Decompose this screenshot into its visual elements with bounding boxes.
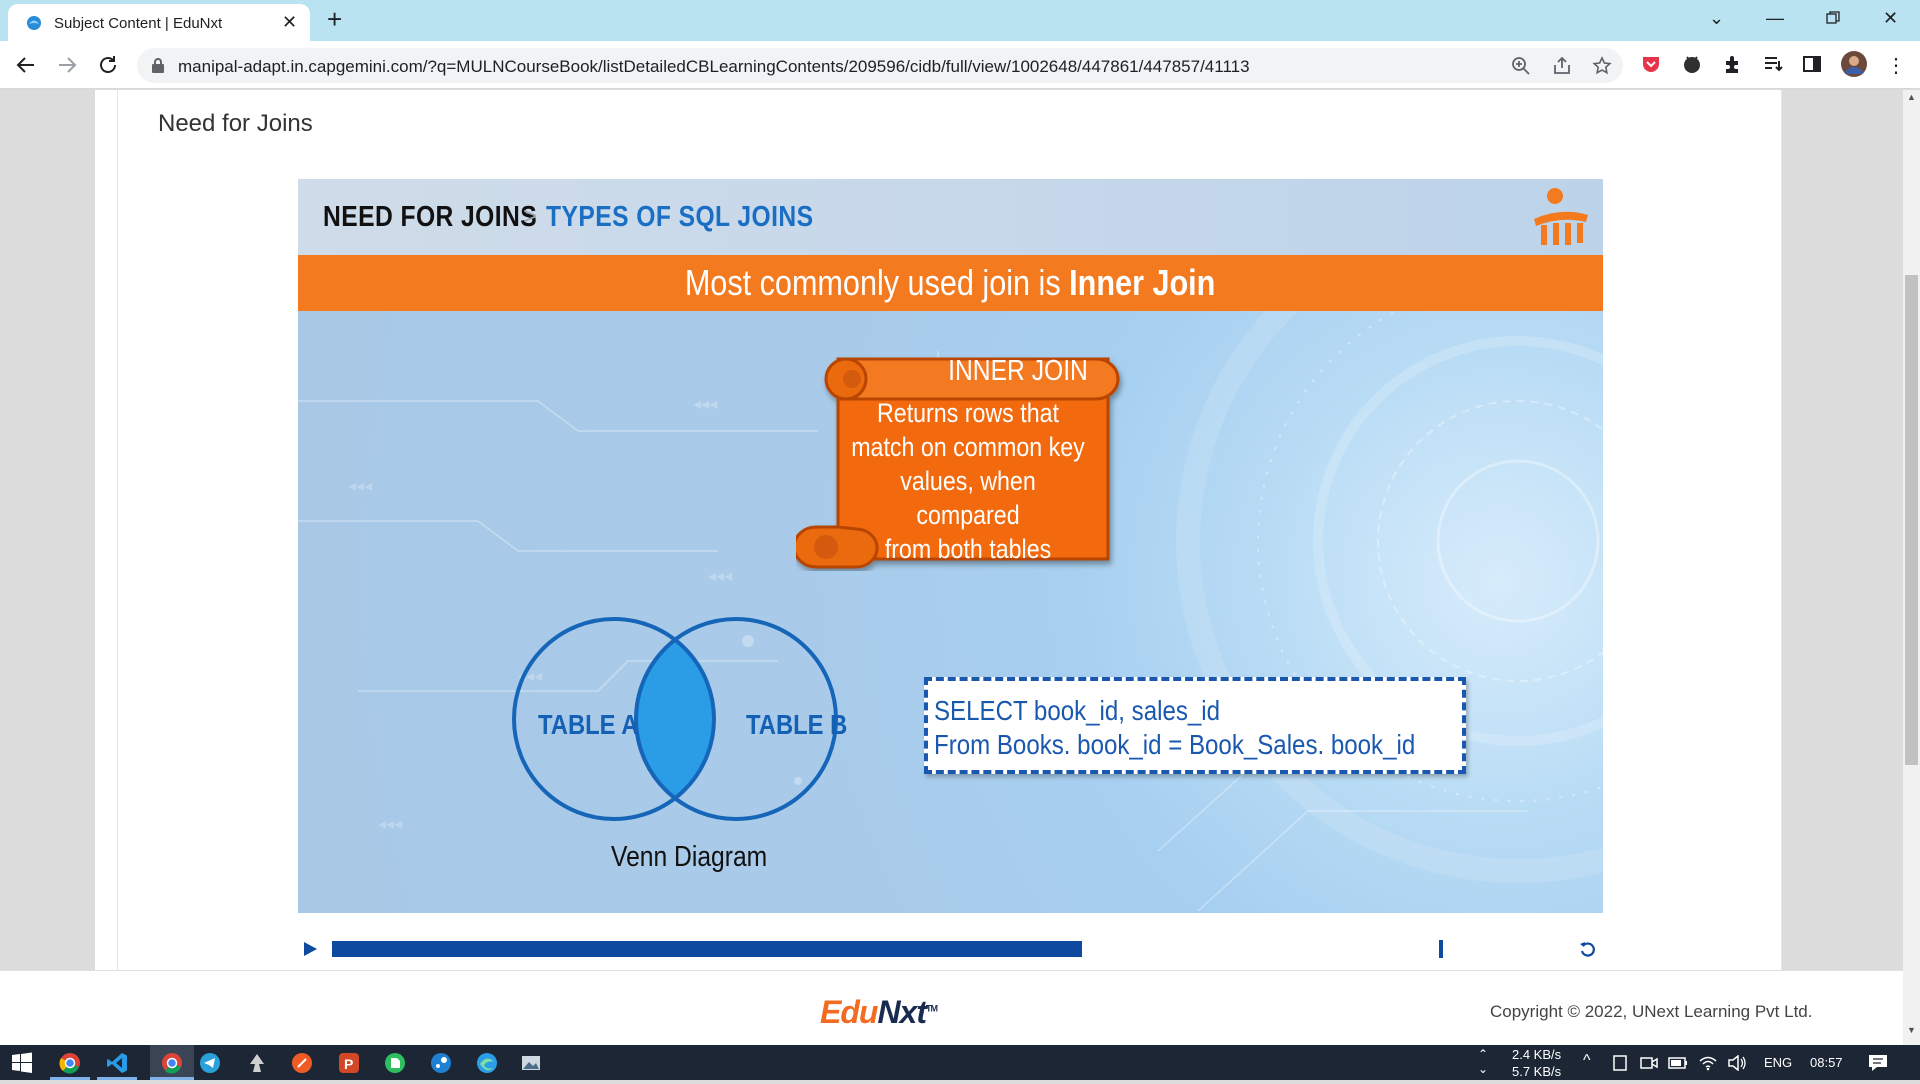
page-footer: EduNxtTM Copyright © 2022, UNext Learnin… [0,970,1903,1045]
svg-text:P: P [344,1056,353,1072]
logo-edu-text: Edu [820,994,878,1030]
chrome-profile-icon[interactable] [161,1052,183,1074]
system-clock[interactable]: 08:57 [1810,1055,1843,1070]
replay-icon[interactable] [1578,939,1598,959]
venn-label-table-b: TABLE B [746,709,848,740]
progress-bar[interactable] [332,941,1582,957]
network-speed-down-icon: ⌄ [1478,1062,1489,1076]
restore-icon[interactable] [1826,11,1840,25]
description-line: from both tables [884,534,1052,564]
inkscape-icon[interactable] [246,1052,268,1074]
bookmark-star-icon[interactable] [1592,56,1612,76]
svg-text:◂◂◂: ◂◂◂ [708,568,732,585]
windows-start-icon[interactable] [11,1052,33,1074]
description-line: Returns rows that [877,398,1059,428]
volume-icon[interactable] [1727,1055,1747,1071]
lock-icon[interactable] [151,57,165,73]
tablet-mode-icon[interactable] [1612,1055,1628,1071]
browser-toolbar: manipal-adapt.in.capgemini.com/?q=MULNCo… [0,41,1920,89]
close-window-icon[interactable]: ✕ [1883,9,1898,27]
steam-icon[interactable] [430,1052,452,1074]
wifi-icon[interactable] [1699,1055,1717,1071]
progress-marker[interactable] [1439,940,1443,958]
profile-avatar-icon[interactable] [1840,50,1868,78]
evernote-icon[interactable] [384,1052,406,1074]
logo-nxt-text: Nxt [877,994,927,1030]
venn-label-table-a: TABLE A [538,709,639,740]
scroll-thumb[interactable] [1905,275,1918,765]
logo-tm-text: TM [926,1003,938,1014]
postman-icon[interactable] [291,1052,313,1074]
description-line: match on common key [851,432,1085,462]
slide-header: NEED FOR JOINS > TYPES OF SQL JOINS [298,179,1603,255]
notifications-icon[interactable] [1868,1054,1888,1072]
zoom-icon[interactable] [1511,56,1531,76]
browser-tab[interactable]: Subject Content | EduNxt ✕ [8,4,310,41]
progress-fill [332,941,1082,957]
svg-text:◂◂◂: ◂◂◂ [693,396,717,413]
venn-caption: Venn Diagram [611,841,768,873]
banner-prefix: Most commonly used join is [685,262,1070,303]
inner-join-description: Returns rows that match on common key va… [848,396,1089,566]
scroll-down-icon[interactable]: ▼ [1907,1025,1916,1035]
edge-icon[interactable] [476,1052,498,1074]
sql-line: From Books. book_id = Book_Sales. book_i… [934,729,1416,760]
edunxt-favicon-icon [27,16,41,30]
copyright-text: Copyright © 2022, UNext Learning Pvt Ltd… [1490,1002,1813,1021]
banner-text: Most commonly used join is Inner Join [685,255,1216,311]
sql-line: SELECT book_id, sales_id [934,695,1221,726]
banner-emphasis: Inner Join [1069,262,1216,303]
edunxt-logo: EduNxtTM [820,994,938,1031]
manipal-logo-icon [1534,188,1588,245]
share-icon[interactable] [1552,56,1572,76]
vscode-icon[interactable] [106,1052,128,1074]
page-title: Need for Joins [158,110,313,137]
page-scrollbar[interactable]: ▲ ▼ [1903,90,1920,1045]
scroll-up-icon[interactable]: ▲ [1907,92,1916,102]
input-language[interactable]: ENG [1764,1055,1792,1070]
network-download-speed: 5.7 KB/s [1512,1064,1562,1079]
show-hidden-icons-icon[interactable]: ^ [1583,1052,1591,1070]
new-tab-icon[interactable]: + [327,6,342,32]
svg-text:◂◂◂: ◂◂◂ [378,816,402,833]
slide-breadcrumb-current: NEED FOR JOINS [323,201,538,233]
forward-arrow-icon[interactable] [55,53,79,77]
back-arrow-icon[interactable] [14,53,38,77]
tab-search-chevron-icon[interactable]: ⌄ [1709,9,1724,27]
reload-icon[interactable] [96,53,120,77]
chrome-icon[interactable] [59,1052,81,1074]
extension-icon[interactable] [1681,53,1703,75]
description-line: values, when compared [900,466,1036,530]
slide-breadcrumb-separator: > [523,203,538,230]
pocket-extension-icon[interactable] [1640,53,1662,75]
browser-menu-icon[interactable]: ⋮ [1885,53,1907,77]
tab-title: Subject Content | EduNxt [54,15,223,32]
slide-breadcrumb-next: TYPES OF SQL JOINS [546,201,814,233]
url-text: manipal-adapt.in.capgemini.com/?q=MULNCo… [178,57,1250,76]
play-icon[interactable] [302,941,318,957]
svg-text:◂◂◂: ◂◂◂ [348,478,372,495]
puzzle-extensions-icon[interactable] [1722,53,1744,75]
close-tab-icon[interactable]: ✕ [282,13,297,31]
inner-join-title: INNER JOIN [948,355,1088,387]
network-upload-speed: 2.4 KB/s [1512,1047,1562,1062]
windows-taskbar: P ⌃ ⌄ 2.4 KB/s 5.7 KB/s ^ ENG 08:57 [0,1045,1920,1080]
browser-tab-strip: Subject Content | EduNxt ✕ + ⌄ — ✕ [0,0,1920,41]
side-panel-icon[interactable] [1801,53,1823,75]
media-queue-icon[interactable] [1762,53,1784,75]
minimize-icon[interactable]: — [1766,9,1784,27]
meet-now-icon[interactable] [1640,1055,1658,1071]
telegram-icon[interactable] [199,1052,221,1074]
video-slide[interactable]: NEED FOR JOINS > TYPES OF SQL JOINS Most… [298,179,1603,913]
photos-icon[interactable] [520,1052,542,1074]
slide-banner: Most commonly used join is Inner Join [298,255,1603,311]
sql-code-box: SELECT book_id, sales_id From Books. boo… [924,677,1466,774]
battery-icon[interactable] [1668,1056,1688,1070]
address-bar[interactable]: manipal-adapt.in.capgemini.com/?q=MULNCo… [137,48,1623,83]
wps-presentation-icon[interactable]: P [338,1052,360,1074]
